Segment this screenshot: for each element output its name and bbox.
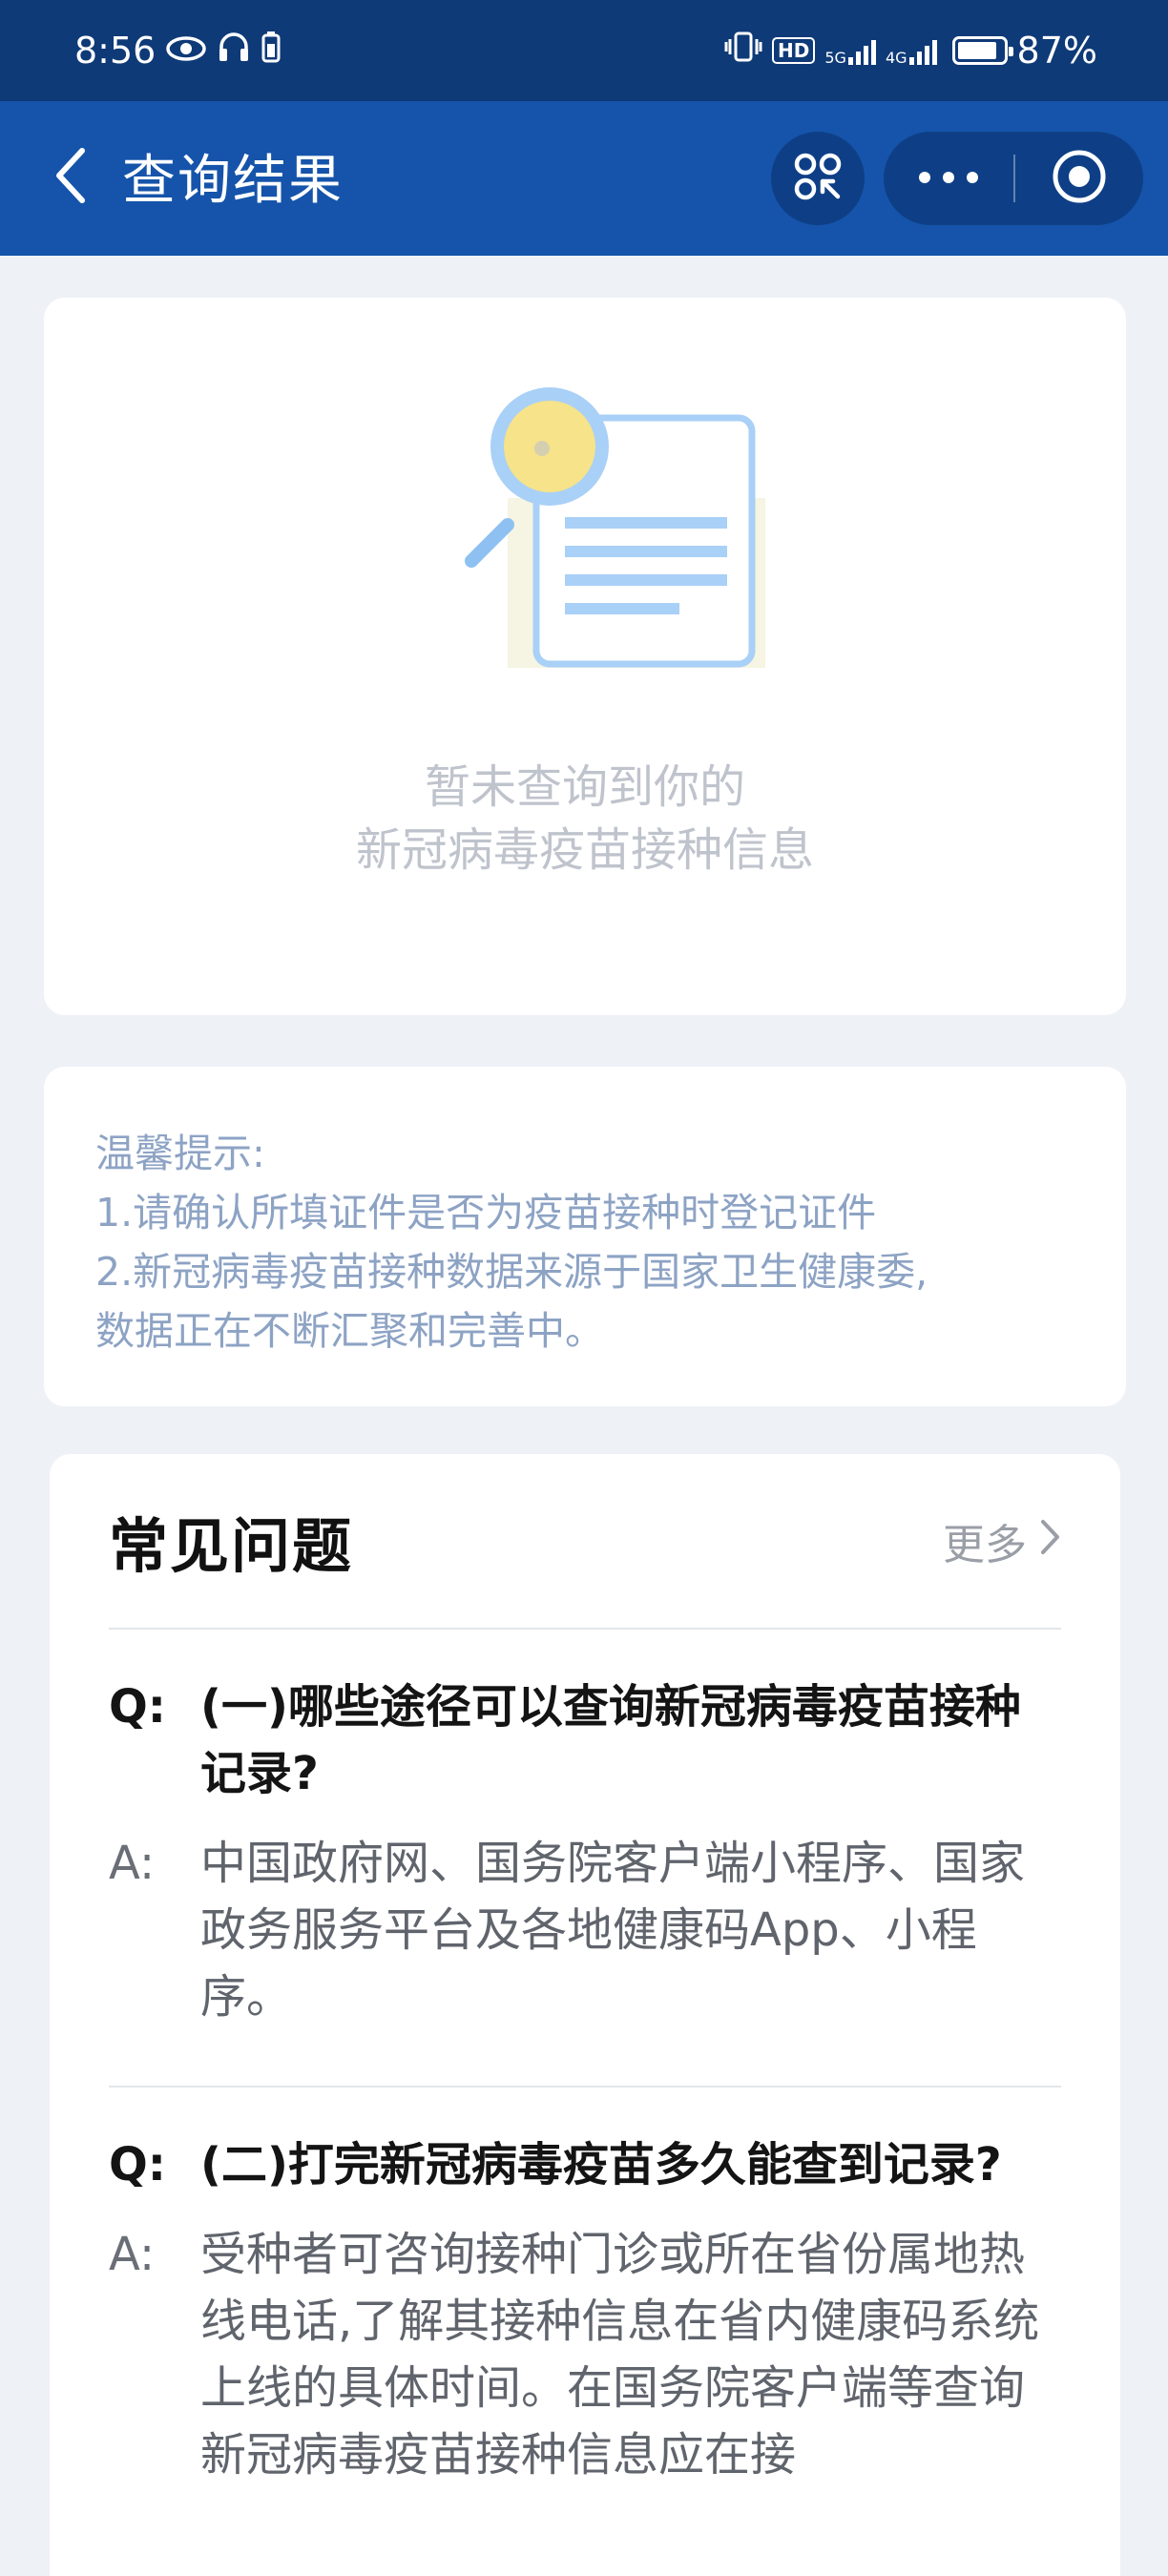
- battery-percent: 87%: [1016, 30, 1097, 72]
- chevron-right-icon: [1040, 1517, 1061, 1566]
- battery-icon: [951, 36, 1013, 65]
- page-title: 查询结果: [122, 150, 344, 212]
- tips-line-3: 数据正在不断汇聚和完善中。: [95, 1308, 604, 1354]
- net-4g-label: 4G: [885, 49, 907, 67]
- faq-header: 常见问题 更多: [109, 1454, 1061, 1630]
- faq-question: (一)哪些途径可以查询新冠病毒疫苗接种记录?: [200, 1680, 1021, 1800]
- magnifier-document-icon: [445, 384, 769, 689]
- faq-item[interactable]: Q: (一)哪些途径可以查询新冠病毒疫苗接种记录? A: 中国政府网、国务院客户…: [109, 1630, 1061, 2088]
- faq-title: 常见问题: [109, 1511, 354, 1581]
- empty-line-2: 新冠病毒疫苗接种信息: [355, 823, 814, 877]
- chevron-left-icon: [52, 145, 90, 210]
- empty-result-text: 暂未查询到你的 新冠病毒疫苗接种信息: [44, 756, 1126, 882]
- eye-icon: [165, 30, 207, 72]
- tips-line-1: 1.请确认所填证件是否为疫苗接种时登记证件: [95, 1190, 877, 1236]
- signal-5g-icon: 5G: [824, 36, 876, 67]
- vibrate-icon: [724, 30, 762, 72]
- question-prefix: Q:: [109, 2138, 166, 2192]
- scan-icon: [791, 150, 845, 207]
- signal-4g-icon: 4G: [885, 36, 937, 67]
- result-card: 暂未查询到你的 新冠病毒疫苗接种信息: [44, 298, 1126, 1015]
- status-left: 8:56: [74, 30, 282, 72]
- tips-line-2: 2.新冠病毒疫苗接种数据来源于国家卫生健康委,: [95, 1249, 928, 1295]
- answer-prefix: A:: [109, 2228, 156, 2281]
- nav-bar: 查询结果: [0, 101, 1168, 256]
- close-button[interactable]: [1015, 132, 1143, 225]
- faq-more-link[interactable]: 更多: [943, 1510, 1061, 1571]
- faq-answer: 受种者可咨询接种门诊或所在省份属地热线电话,了解其接种信息在省内健康码系统上线的…: [200, 2228, 1040, 2482]
- more-button[interactable]: [884, 132, 1013, 225]
- answer-prefix: A:: [109, 1837, 156, 1890]
- faq-more-label: 更多: [943, 1521, 1027, 1569]
- hd-icon: HD: [772, 37, 816, 64]
- faq-item[interactable]: Q: (二)打完新冠病毒疫苗多久能查到记录? A: 受种者可咨询接种门诊或所在省…: [109, 2088, 1061, 2544]
- more-dots-icon: [918, 170, 979, 188]
- faq-answer: 中国政府网、国务院客户端小程序、国家政务服务平台及各地健康码App、小程序。: [200, 1837, 1026, 2024]
- net-5g-label: 5G: [824, 49, 846, 67]
- faq-card: 常见问题 更多 Q: (一)哪些途径可以查询新冠病毒疫苗接种记录? A: 中国政…: [50, 1454, 1120, 2576]
- status-time: 8:56: [74, 30, 156, 72]
- mini-program-capsule: [884, 132, 1143, 225]
- battery-saver-icon: [261, 30, 282, 72]
- tips-card: 温馨提示: 1.请确认所填证件是否为疫苗接种时登记证件 2.新冠病毒疫苗接种数据…: [44, 1067, 1126, 1406]
- empty-line-1: 暂未查询到你的: [424, 760, 745, 814]
- tips-title: 温馨提示:: [95, 1131, 265, 1176]
- status-bar: 8:56 HD 5G 4G 87%: [0, 0, 1168, 101]
- question-prefix: Q:: [109, 1680, 166, 1734]
- back-button[interactable]: [36, 143, 105, 212]
- scan-button[interactable]: [771, 132, 865, 225]
- status-right: HD 5G 4G 87%: [724, 30, 1097, 72]
- headphones-icon: [217, 30, 251, 72]
- target-icon: [1052, 149, 1107, 208]
- faq-question: (二)打完新冠病毒疫苗多久能查到记录?: [200, 2138, 1002, 2192]
